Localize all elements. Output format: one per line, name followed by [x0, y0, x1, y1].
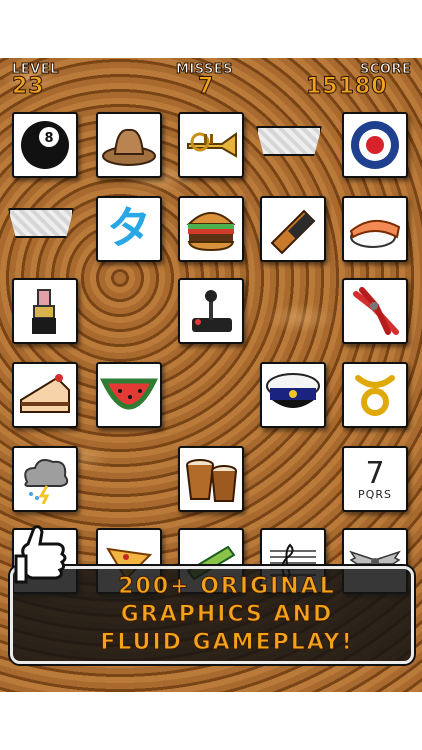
banner-line-2: GRAPHICS AND	[120, 602, 334, 628]
tile-sushi[interactable]	[342, 196, 408, 262]
pliers-icon	[353, 287, 399, 335]
tile-trumpet[interactable]	[178, 112, 244, 178]
misses-value: 7	[197, 74, 215, 100]
bongo-drums-icon	[186, 459, 237, 502]
top-bar	[0, 0, 422, 58]
tile-flipping-2[interactable]	[8, 208, 74, 238]
tile-taurus-sign[interactable]	[342, 362, 408, 428]
thumbs-up-icon	[14, 525, 67, 584]
keypad-number: 7	[365, 455, 385, 491]
eight-ball-icon: 8	[21, 121, 69, 169]
score-value: 15180	[306, 74, 388, 100]
tile-hamburger[interactable]	[178, 196, 244, 262]
tile-katakana[interactable]: タ	[96, 196, 162, 262]
tile-keypad-seven[interactable]: 7 PQRS	[342, 446, 408, 512]
tile-cowboy-hat[interactable]	[96, 112, 162, 178]
tile-joystick[interactable]	[178, 278, 244, 344]
tile-captain-hat[interactable]	[260, 362, 326, 428]
tile-lipstick[interactable]	[12, 278, 78, 344]
level-value: 23	[12, 74, 45, 100]
captain-hat-icon	[266, 373, 320, 408]
lipstick-icon	[32, 289, 56, 334]
tile-flipping[interactable]	[256, 126, 322, 156]
tile-cake-slice[interactable]	[12, 362, 78, 428]
svg-text:8: 8	[44, 131, 53, 146]
storm-cloud-icon	[24, 459, 69, 504]
sushi-icon	[349, 220, 401, 248]
watermelon-slice-icon	[100, 378, 158, 410]
katakana-ta-icon: タ	[107, 203, 151, 254]
taurus-icon	[355, 375, 395, 416]
keypad-letters: PQRS	[358, 487, 392, 501]
joystick-icon	[192, 290, 232, 332]
banner-line-1: 200+ ORIGINAL	[118, 574, 336, 600]
cowboy-hat-icon	[102, 128, 156, 166]
tile-candy-bar[interactable]	[260, 196, 326, 262]
candy-bar-icon	[270, 209, 316, 255]
tile-watermelon[interactable]	[96, 362, 162, 428]
trumpet-icon	[187, 132, 237, 158]
tile-storm-cloud[interactable]	[12, 446, 78, 512]
roundel-target-icon	[351, 121, 399, 169]
tile-target-roundel[interactable]	[342, 112, 408, 178]
hamburger-icon	[186, 212, 236, 252]
cake-slice-icon	[20, 374, 70, 413]
tile-bongos[interactable]	[178, 446, 244, 512]
tile-pliers[interactable]	[342, 278, 408, 344]
tile-eight-ball[interactable]: 8	[12, 112, 78, 178]
banner-line-3: FLUID GAMEPLAY!	[100, 630, 354, 656]
